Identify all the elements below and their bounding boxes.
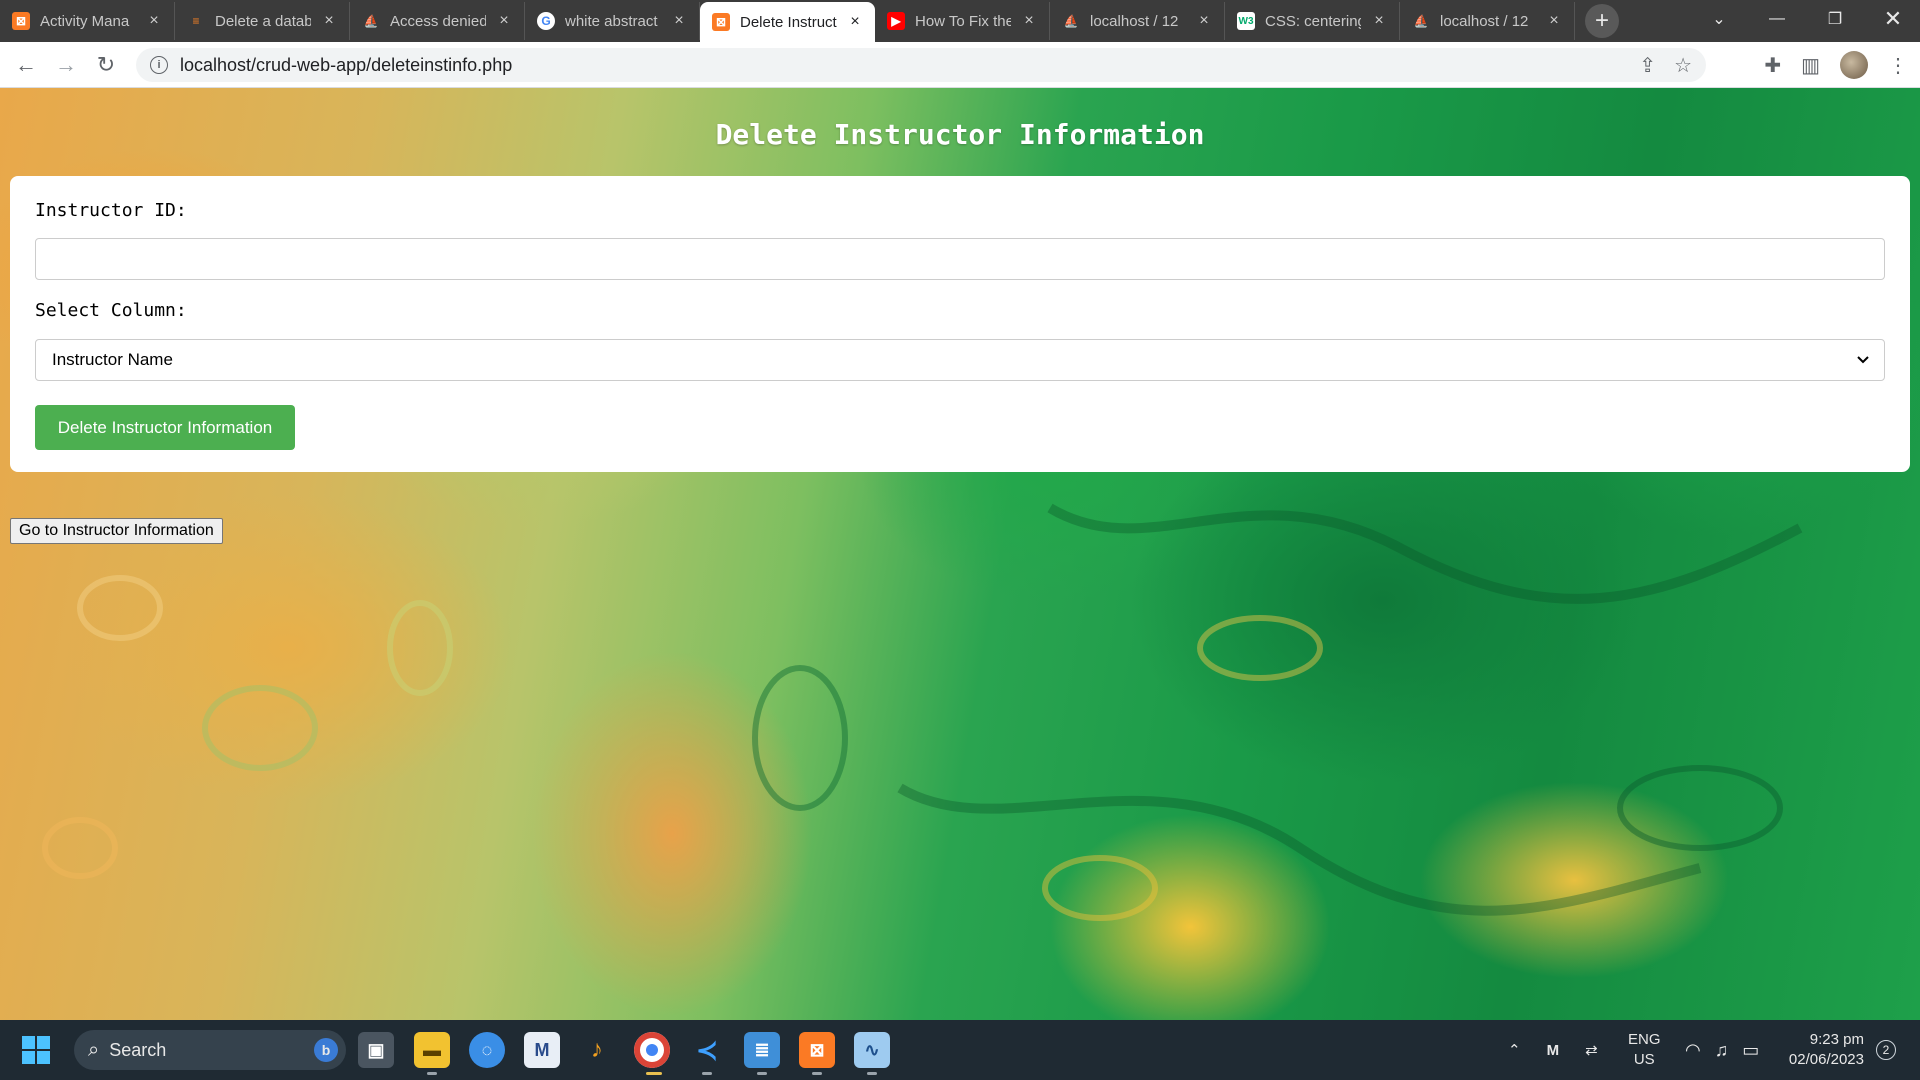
- xampp-icon[interactable]: ⊠: [799, 1032, 835, 1068]
- tab-title: Delete Instruct: [740, 13, 837, 31]
- language-primary: ENG: [1628, 1031, 1661, 1048]
- tab-8[interactable]: W3 CSS: centering ×: [1225, 2, 1400, 40]
- battery-icon: ▭: [1742, 1039, 1760, 1060]
- app-m-tray-icon[interactable]: M: [1547, 1042, 1560, 1059]
- close-icon[interactable]: ×: [146, 13, 162, 29]
- close-icon[interactable]: ×: [847, 14, 863, 30]
- extensions-icon[interactable]: ✚: [1764, 53, 1781, 78]
- tab-title: Delete a datab: [215, 12, 311, 30]
- windows-taskbar: ⌕ Search b ▣ ▬ ◌ M ♪ ≺ ≣ ⊠ ∿ ⌃ M ⇄ ENG U…: [0, 1020, 1920, 1080]
- select-column-label: Select Column:: [35, 300, 187, 321]
- close-icon[interactable]: ×: [671, 13, 687, 29]
- fl-studio-icon[interactable]: ♪: [579, 1032, 615, 1068]
- volume-icon: ♫: [1714, 1039, 1729, 1060]
- new-tab-button[interactable]: +: [1585, 4, 1619, 38]
- bing-icon: b: [314, 1038, 338, 1062]
- phpmyadmin-icon: ⛵: [1413, 14, 1429, 28]
- notification-area[interactable]: 2: [1876, 1020, 1896, 1080]
- browser-toolbar: ← → ↻ i localhost/crud-web-app/deleteins…: [0, 42, 1920, 88]
- phpmyadmin-icon: ⛵: [1063, 14, 1079, 28]
- site-info-icon[interactable]: i: [150, 56, 168, 74]
- windows-start-icon[interactable]: [20, 1034, 52, 1066]
- tab-7[interactable]: ⛵ localhost / 12 ×: [1050, 2, 1225, 40]
- tab-title: CSS: centering: [1265, 12, 1361, 30]
- task-view-icon[interactable]: ▣: [358, 1032, 394, 1068]
- phpmyadmin-icon: ⛵: [363, 14, 379, 28]
- profile-avatar[interactable]: [1840, 51, 1868, 79]
- forward-icon[interactable]: →: [46, 45, 86, 85]
- clock-date: 02/06/2023: [1788, 1051, 1864, 1068]
- tab-title: Activity Mana: [40, 12, 130, 30]
- close-icon[interactable]: ×: [1021, 13, 1037, 29]
- wifi-icon: ◠: [1685, 1039, 1701, 1060]
- tab-5-active[interactable]: ⊠ Delete Instruct ×: [700, 2, 875, 42]
- status-icons[interactable]: ◠ ♫ ▭: [1685, 1020, 1759, 1080]
- tab-search-icon[interactable]: ⌄: [1690, 0, 1748, 38]
- search-icon: ⌕: [88, 1038, 100, 1061]
- system-tray: ⌃ M ⇄: [1508, 1020, 1598, 1080]
- close-icon[interactable]: ×: [1196, 13, 1212, 29]
- tab-strip: ⊠ Activity Mana × ≡ Delete a datab × ⛵ A…: [0, 0, 1920, 42]
- side-panel-icon[interactable]: ▥: [1801, 53, 1820, 78]
- close-window-icon[interactable]: ✕: [1864, 0, 1920, 38]
- file-explorer-icon[interactable]: ▬: [414, 1032, 450, 1068]
- tab-title: localhost / 12: [1090, 12, 1179, 30]
- notification-badge: 2: [1876, 1040, 1896, 1060]
- share-icon[interactable]: ⇪: [1639, 53, 1656, 78]
- chevron-up-icon[interactable]: ⌃: [1508, 1041, 1521, 1059]
- close-icon[interactable]: ×: [1546, 13, 1562, 29]
- restore-icon[interactable]: ❐: [1806, 0, 1864, 38]
- url-text: localhost/crud-web-app/deleteinstinfo.ph…: [180, 54, 513, 75]
- page-viewport: Delete Instructor Information Instructor…: [0, 88, 1920, 1020]
- taskbar-search-label: Search: [109, 1039, 167, 1060]
- delete-instructor-button[interactable]: Delete Instructor Information: [35, 405, 295, 450]
- minimize-icon[interactable]: —: [1748, 0, 1806, 38]
- tab-3[interactable]: ⛵ Access denied ×: [350, 2, 525, 40]
- xampp-icon: ⊠: [12, 12, 30, 30]
- taskbar-search[interactable]: ⌕ Search b: [74, 1030, 346, 1070]
- bookmark-star-icon[interactable]: ☆: [1674, 53, 1692, 78]
- chat-icon[interactable]: ◌: [469, 1032, 505, 1068]
- clock-time: 9:23 pm: [1809, 1031, 1864, 1048]
- column-select[interactable]: Instructor Name: [35, 339, 1885, 381]
- close-icon[interactable]: ×: [496, 13, 512, 29]
- go-to-instructor-info-button[interactable]: Go to Instructor Information: [10, 518, 223, 544]
- xampp-icon: ⊠: [712, 13, 730, 31]
- tab-title: white abstract: [565, 12, 658, 30]
- close-icon[interactable]: ×: [1371, 13, 1387, 29]
- tab-title: localhost / 12: [1440, 12, 1529, 30]
- tab-title: How To Fix the: [915, 12, 1011, 30]
- tab-title: Access denied: [390, 12, 486, 30]
- youtube-icon: ▶: [887, 12, 905, 30]
- vscode-icon[interactable]: ≺: [689, 1032, 725, 1068]
- tab-4[interactable]: G white abstract ×: [525, 2, 700, 40]
- reload-icon[interactable]: ↻: [86, 45, 126, 85]
- back-icon[interactable]: ←: [6, 45, 46, 85]
- chrome-icon[interactable]: [634, 1032, 670, 1068]
- tray-settings-icon[interactable]: ⇄: [1585, 1041, 1598, 1059]
- stackoverflow-icon: ≡: [192, 14, 200, 28]
- page-title: Delete Instructor Information: [715, 118, 1205, 151]
- clock[interactable]: 9:23 pm 02/06/2023: [1780, 1020, 1864, 1080]
- google-icon: G: [537, 12, 555, 30]
- app-m-icon[interactable]: M: [524, 1032, 560, 1068]
- tab-6[interactable]: ▶ How To Fix the ×: [875, 2, 1050, 40]
- menu-kebab-icon[interactable]: ⋮: [1888, 53, 1908, 78]
- language-indicator[interactable]: ENG US: [1628, 1020, 1661, 1080]
- notepad-icon[interactable]: ≣: [744, 1032, 780, 1068]
- tab-2[interactable]: ≡ Delete a datab ×: [175, 2, 350, 40]
- instructor-id-input[interactable]: [35, 238, 1885, 280]
- delete-form-card: Instructor ID: Select Column: Instructor…: [10, 176, 1910, 472]
- w3schools-icon: W3: [1237, 12, 1255, 30]
- tab-9[interactable]: ⛵ localhost / 12 ×: [1400, 2, 1575, 40]
- language-secondary: US: [1633, 1051, 1655, 1068]
- column-select-value: Instructor Name: [52, 350, 173, 369]
- instructor-id-label: Instructor ID:: [35, 200, 187, 221]
- close-icon[interactable]: ×: [321, 13, 337, 29]
- tab-1[interactable]: ⊠ Activity Mana ×: [0, 2, 175, 40]
- chevron-down-icon: [1857, 356, 1869, 364]
- resource-monitor-icon[interactable]: ∿: [854, 1032, 890, 1068]
- address-bar[interactable]: i localhost/crud-web-app/deleteinstinfo.…: [136, 48, 1706, 82]
